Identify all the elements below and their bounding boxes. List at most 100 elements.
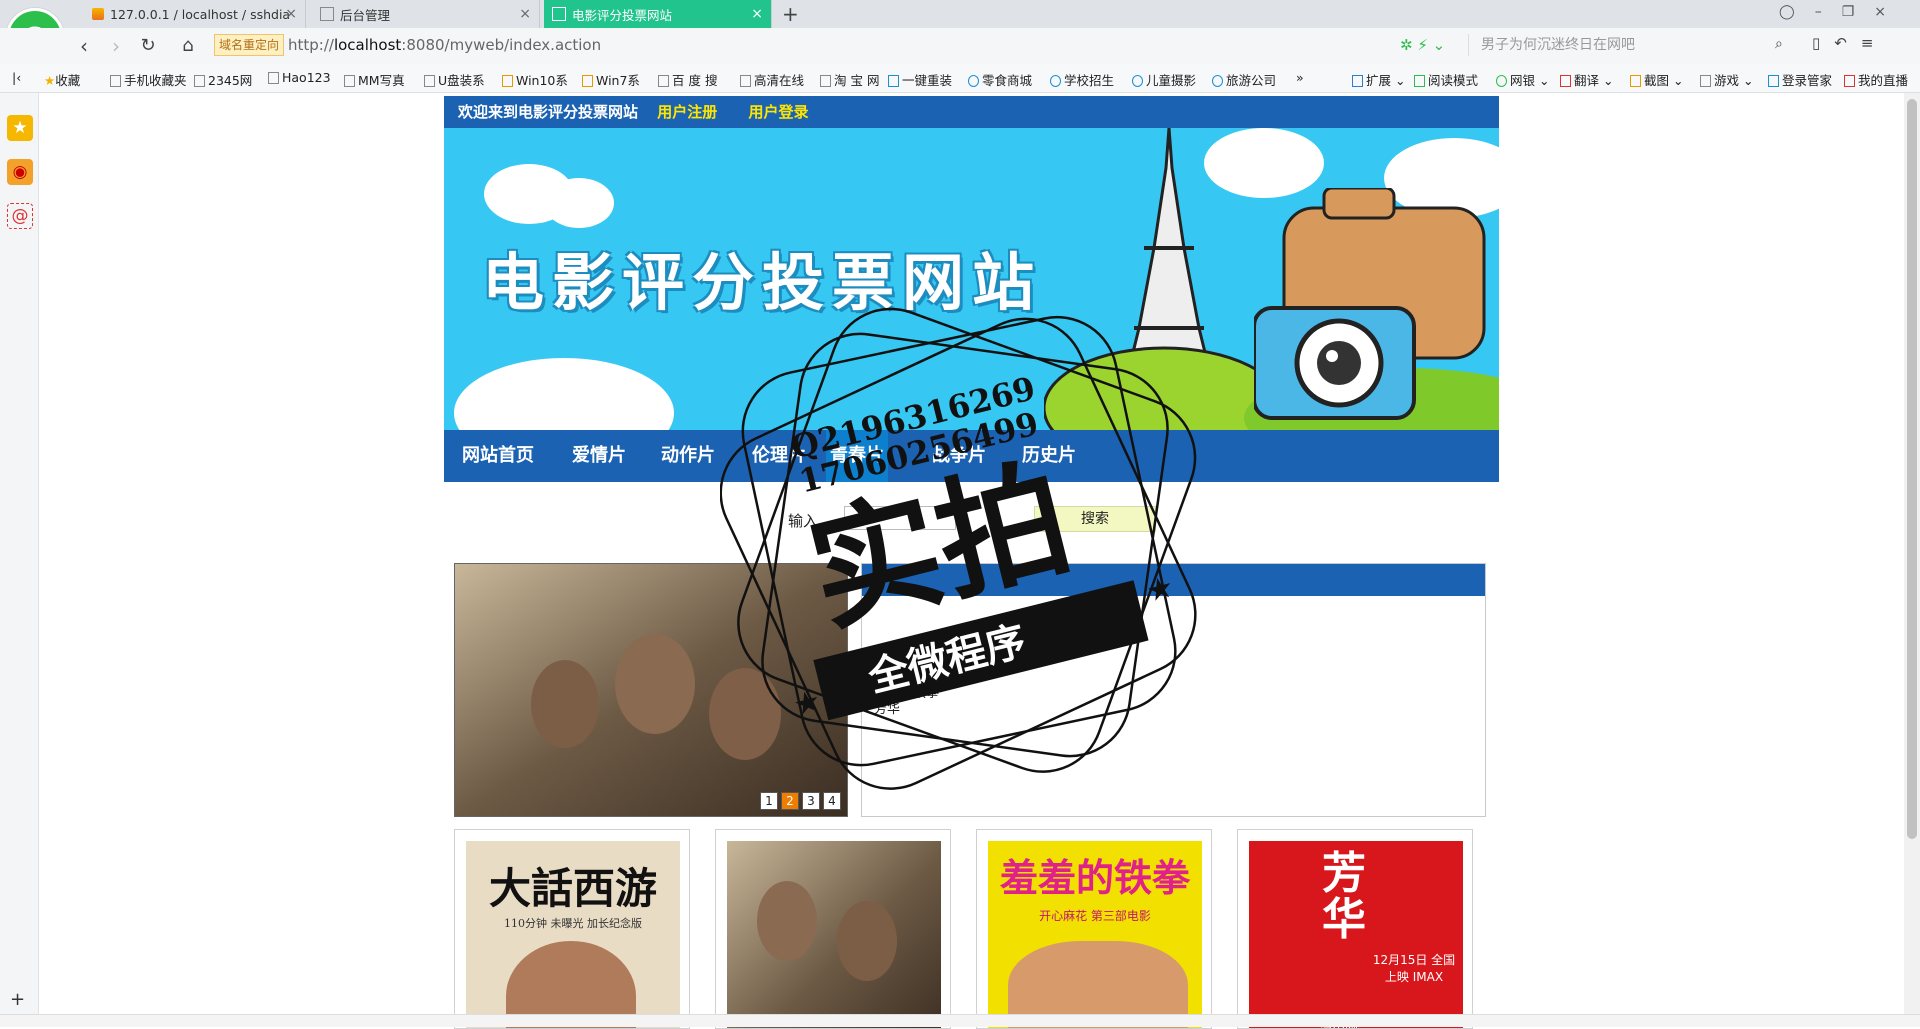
bookmark-item[interactable]: 手机收藏夹 [110,70,187,89]
bookmark-label: 淘 宝 网 [834,73,880,88]
list-item[interactable]: 羞羞的铁拳 [874,686,939,702]
weibo-icon[interactable]: ◉ [7,159,33,185]
bookmark-item[interactable]: 一键重装 [888,70,952,89]
bookmark-item[interactable]: 学校招生 [1050,70,1114,89]
bookmark-item[interactable]: 高清在线 [740,70,804,89]
login-link[interactable]: 用户登录 [749,103,809,121]
bookmark-item[interactable]: 2345网 [194,70,252,89]
more-bookmarks-button[interactable]: » [1296,70,1304,85]
page-scrollbar[interactable] [1904,93,1920,1014]
list-item[interactable]: 大话西游 [874,654,939,670]
toolbar-item-reader[interactable]: 阅读模式 [1414,70,1478,89]
bookmark-label: Win7系 [596,73,640,88]
poster-figure [757,881,817,961]
scrollbar-thumb[interactable] [1907,99,1917,839]
bookmark-label: 截图 [1644,73,1670,88]
toolbar-item-live[interactable]: 我的直播 [1844,70,1908,89]
refresh-button[interactable]: ↻ [136,34,160,58]
cloud-decoration [454,358,674,430]
movie-card[interactable]: 芳华 12月15日 全国上映 IMAX 冯小刚 [1237,829,1473,1029]
url-prefix: http:// [288,36,334,54]
movie-search-input[interactable] [844,506,956,530]
bookmark-item[interactable]: 零食商城 [968,70,1032,89]
nav-item-youth[interactable]: 青春片 [826,430,888,482]
tab-phpmyadmin[interactable]: 127.0.0.1 / localhost / sshdia × [84,0,306,28]
bookmark-label: 网银 [1510,73,1536,88]
list-item[interactable]: 芳华 [874,702,939,718]
nav-item-war[interactable]: 战争片 [932,430,986,482]
bookmarks-toggle-icon[interactable]: |‹ [12,70,21,85]
toolbar-icons[interactable]: ▯↶≡ [1812,34,1887,52]
poster-title: 大話西游 [488,864,657,913]
toolbar-item-extensions[interactable]: 扩展 ⌄ [1352,70,1405,89]
tab-admin[interactable]: 后台管理 × [312,0,540,28]
email-icon[interactable]: @ [7,203,33,229]
site-topbar: 欢迎来到电影评分投票网站 用户注册 用户登录 [444,96,1499,128]
poster-subtitle: 12月15日 全国上映 IMAX [1372,953,1456,984]
tab-label: 后台管理 [340,7,391,23]
bookmark-item[interactable]: 淘 宝 网 [820,70,879,89]
bookmark-item[interactable]: ★收藏 [44,70,80,89]
nav-item-home[interactable]: 网站首页 [462,430,534,482]
bookmark-label: 2345网 [208,73,253,88]
bookmark-item[interactable]: 百 度 搜 [658,70,717,89]
bookmark-label: Hao123 [282,70,331,85]
bookmark-item[interactable]: U盘装系 [424,70,485,89]
nav-item-romance[interactable]: 爱情片 [572,430,626,482]
bookmark-item[interactable]: 旅游公司 [1212,70,1276,89]
page-icon [552,7,566,21]
add-sidebar-button[interactable]: + [10,989,25,1010]
toolbar-item-translate[interactable]: 翻译 ⌄ [1560,70,1613,89]
toolbar-item-screenshot[interactable]: 截图 ⌄ [1630,70,1683,89]
toolbar-item-banking[interactable]: 网银 ⌄ [1496,70,1549,89]
cloud-decoration [544,178,614,228]
page-icon [320,7,334,21]
url-field[interactable]: http://localhost:8080/myweb/index.action [288,36,601,54]
search-label: 输入 [788,512,819,530]
bookmark-label: 学校招生 [1064,73,1115,88]
search-icon[interactable]: ⌕ [1775,36,1783,52]
address-bar: ‹ › ↻ ⌂ 域名重定向 http://localhost:8080/mywe… [0,28,1920,65]
tab-label: 127.0.0.1 / localhost / sshdia [110,6,291,22]
window-controls[interactable]: ◯–❐× [1779,4,1906,20]
list-item[interactable]: 战狼 [874,670,939,686]
movie-card[interactable] [715,829,951,1029]
new-tab-button[interactable]: + [782,2,799,26]
bookmark-label: 翻译 [1574,73,1600,88]
back-button[interactable]: ‹ [72,34,96,58]
toolbar-item-login-manager[interactable]: 登录管家 [1768,70,1832,89]
movie-card[interactable]: 羞羞的铁拳 开心麻花 第三部电影 [976,829,1212,1029]
slider-dot[interactable]: 3 [802,792,820,810]
favorites-icon[interactable]: ★ [7,115,33,141]
bookmark-item[interactable]: Win10系 [502,70,568,89]
url-host: localhost [333,36,402,54]
bookmark-item[interactable]: Hao123 [268,70,331,85]
redirect-badge[interactable]: 域名重定向 [214,34,285,56]
forward-button[interactable]: › [104,34,128,58]
speedup-icon[interactable]: ✲ ⚡ ⌄ [1400,36,1445,54]
bookmark-item[interactable]: MM写真 [344,70,405,89]
bookmark-item[interactable]: 儿童摄影 [1132,70,1196,89]
movie-card[interactable]: 大話西游 110分钟 未曝光 加长纪念版 [454,829,690,1029]
close-icon[interactable]: × [285,6,297,22]
featured-slider[interactable]: 1 2 3 4 [454,563,848,817]
tab-movie-site[interactable]: 电影评分投票网站 × [544,0,772,28]
browser-sidebar: ★ ◉ @ + [0,93,39,1014]
register-link[interactable]: 用户注册 [657,103,717,121]
slider-dot-active[interactable]: 2 [781,792,799,810]
close-icon[interactable]: × [751,6,763,22]
nav-item-action[interactable]: 动作片 [661,430,715,482]
search-input[interactable]: 男子为何沉迷终日在网吧 [1468,34,1801,56]
bookmark-item[interactable]: Win7系 [582,70,640,89]
nav-item-ethics[interactable]: 伦理片 [752,430,806,482]
search-button[interactable]: 搜索 [1034,506,1156,532]
close-icon[interactable]: × [519,6,531,22]
slider-dot[interactable]: 4 [823,792,841,810]
toolbar-item-games[interactable]: 游戏 ⌄ [1700,70,1753,89]
poster-title: 羞羞的铁拳 [999,855,1190,900]
slider-dot[interactable]: 1 [760,792,778,810]
nav-item-history[interactable]: 历史片 [1022,430,1076,482]
home-button[interactable]: ⌂ [176,34,200,58]
poster-figure [837,901,897,981]
bookmark-label: 百 度 搜 [672,73,718,88]
